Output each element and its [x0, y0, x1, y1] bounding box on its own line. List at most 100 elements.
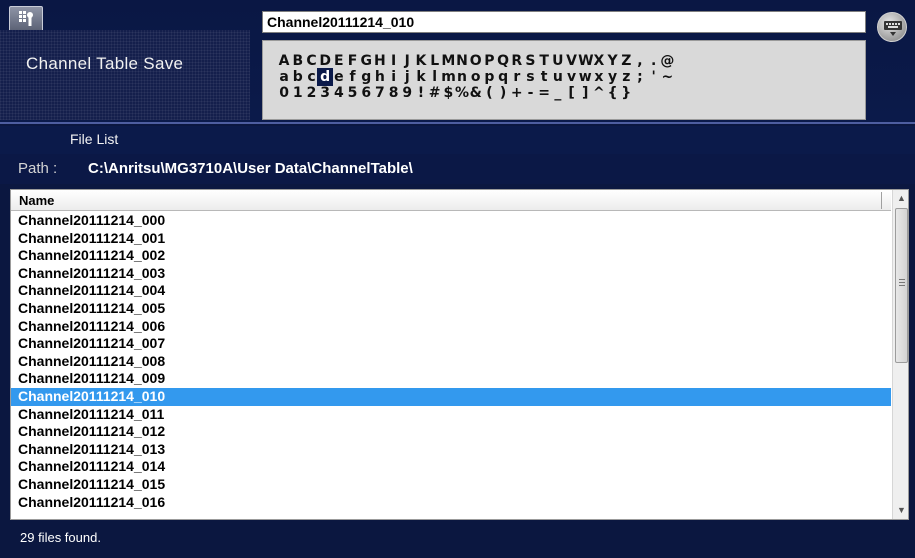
char-key[interactable]: b	[291, 69, 305, 85]
char-key[interactable]: X	[592, 53, 606, 69]
file-row[interactable]: Channel20111214_013	[11, 441, 891, 459]
char-key[interactable]: q	[496, 69, 510, 85]
char-key[interactable]: 4	[332, 85, 346, 101]
char-key[interactable]: 8	[387, 85, 401, 101]
file-row[interactable]: Channel20111214_007	[11, 335, 891, 353]
scroll-up-arrow-icon[interactable]: ▲	[893, 190, 908, 207]
char-key[interactable]: =	[537, 85, 551, 101]
char-key[interactable]: Y	[606, 53, 620, 69]
char-key[interactable]: 6	[359, 85, 373, 101]
char-key[interactable]: n	[455, 69, 469, 85]
char-key[interactable]: 3	[318, 85, 332, 101]
char-key[interactable]: l	[428, 69, 442, 85]
char-key[interactable]: i	[387, 69, 401, 85]
char-key[interactable]: K	[414, 53, 428, 69]
char-key[interactable]: J	[400, 53, 414, 69]
char-key[interactable]: m	[441, 69, 456, 85]
char-key[interactable]: I	[387, 53, 401, 69]
char-key[interactable]: e	[332, 69, 346, 85]
char-key[interactable]: ^	[592, 85, 606, 101]
keyboard-icon[interactable]	[877, 12, 907, 42]
touch-menu-icon[interactable]	[9, 6, 43, 32]
char-key[interactable]: N	[455, 53, 469, 69]
char-key[interactable]: 9	[400, 85, 414, 101]
file-row[interactable]: Channel20111214_001	[11, 230, 891, 248]
char-key[interactable]: &	[469, 85, 483, 101]
char-key[interactable]: .	[647, 53, 661, 69]
char-key[interactable]: z	[619, 69, 633, 85]
char-key[interactable]: ;	[633, 69, 647, 85]
char-key[interactable]: G	[359, 53, 373, 69]
file-row[interactable]: Channel20111214_010	[11, 387, 891, 406]
file-row[interactable]: Channel20111214_000	[11, 212, 891, 230]
char-key[interactable]: Q	[496, 53, 510, 69]
char-key[interactable]: A	[277, 53, 291, 69]
file-row[interactable]: Channel20111214_009	[11, 370, 891, 388]
column-header-name[interactable]: Name	[11, 190, 891, 211]
char-key[interactable]: !	[414, 85, 428, 101]
filename-input[interactable]: Channel20111214_010	[262, 11, 866, 33]
char-key[interactable]: V	[564, 53, 578, 69]
char-key[interactable]: }	[619, 85, 633, 101]
char-key[interactable]: #	[428, 85, 442, 101]
char-key[interactable]: y	[606, 69, 620, 85]
scroll-thumb[interactable]	[895, 208, 908, 363]
char-key[interactable]: w	[578, 69, 592, 85]
char-key[interactable]: ~	[660, 69, 674, 85]
char-key[interactable]: %	[455, 85, 469, 101]
file-row[interactable]: Channel20111214_014	[11, 458, 891, 476]
char-key[interactable]: a	[277, 69, 291, 85]
char-key[interactable]: h	[373, 69, 387, 85]
char-key[interactable]: R	[510, 53, 524, 69]
char-key[interactable]: -	[523, 85, 537, 101]
char-key[interactable]: (	[482, 85, 496, 101]
char-key[interactable]: +	[510, 85, 524, 101]
char-key[interactable]: U	[551, 53, 565, 69]
file-row[interactable]: Channel20111214_003	[11, 265, 891, 283]
char-key[interactable]: 7	[373, 85, 387, 101]
file-row[interactable]: Channel20111214_005	[11, 300, 891, 318]
file-row[interactable]: Channel20111214_015	[11, 476, 891, 494]
vertical-scrollbar[interactable]: ▲ ▼	[892, 190, 908, 519]
char-key[interactable]: [	[564, 85, 578, 101]
file-list[interactable]: Name Channel20111214_000 Channel20111214_…	[10, 189, 909, 520]
file-row[interactable]: Channel20111214_008	[11, 353, 891, 371]
char-key[interactable]: P	[482, 53, 496, 69]
char-key[interactable]: g	[359, 69, 373, 85]
char-key[interactable]: B	[291, 53, 305, 69]
char-key[interactable]: T	[537, 53, 551, 69]
scroll-down-arrow-icon[interactable]: ▼	[893, 502, 908, 519]
char-key[interactable]: S	[523, 53, 537, 69]
char-key[interactable]: u	[551, 69, 565, 85]
char-key[interactable]: {	[606, 85, 620, 101]
char-key[interactable]: Z	[619, 53, 633, 69]
char-key[interactable]: k	[414, 69, 428, 85]
column-divider[interactable]	[881, 192, 882, 209]
char-key[interactable]: D	[318, 53, 332, 69]
char-key[interactable]: )	[496, 85, 510, 101]
char-key[interactable]: j	[400, 69, 414, 85]
char-key[interactable]: 5	[345, 85, 359, 101]
char-key[interactable]: t	[537, 69, 551, 85]
file-row[interactable]: Channel20111214_016	[11, 494, 891, 512]
char-key[interactable]: C	[304, 53, 318, 69]
file-row[interactable]: Channel20111214_004	[11, 282, 891, 300]
char-key[interactable]: 2	[304, 85, 318, 101]
char-key[interactable]: 1	[291, 85, 305, 101]
char-key[interactable]: $	[441, 85, 455, 101]
file-row[interactable]: Channel20111214_002	[11, 247, 891, 265]
char-key[interactable]: f	[345, 69, 359, 85]
char-key[interactable]: L	[428, 53, 442, 69]
file-row[interactable]: Channel20111214_011	[11, 406, 891, 424]
char-key[interactable]: o	[469, 69, 483, 85]
char-key[interactable]: ]	[578, 85, 592, 101]
char-key[interactable]: 0	[277, 85, 291, 101]
char-key[interactable]: E	[332, 53, 346, 69]
char-key[interactable]: d	[317, 68, 333, 86]
char-key[interactable]: v	[564, 69, 578, 85]
char-key[interactable]: p	[482, 69, 496, 85]
char-key[interactable]: _	[551, 85, 565, 101]
char-key[interactable]: c	[304, 69, 318, 85]
file-row[interactable]: Channel20111214_012	[11, 423, 891, 441]
char-key[interactable]: '	[647, 69, 661, 85]
